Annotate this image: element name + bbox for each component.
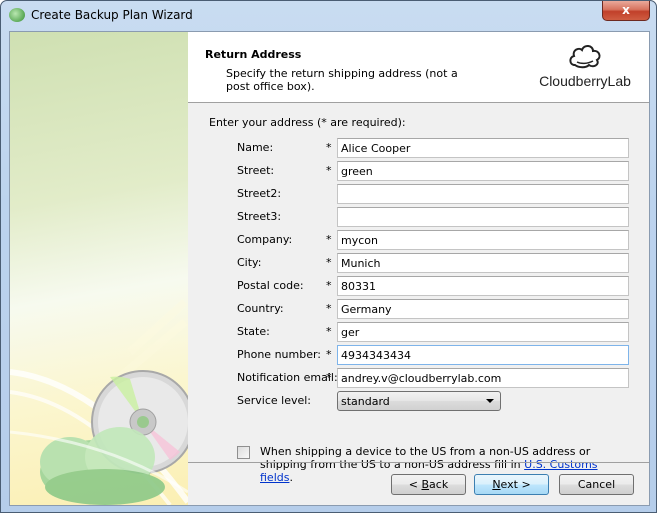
chevron-down-icon	[486, 399, 494, 403]
cancel-button[interactable]: Cancel	[559, 474, 634, 495]
side-banner-image	[10, 32, 188, 505]
field-label: Street3:	[237, 210, 282, 223]
required-marker: *	[326, 141, 332, 154]
field-label: City:	[237, 256, 262, 269]
field-label: State:	[237, 325, 270, 338]
field-label: Phone number:	[237, 348, 322, 361]
wizard-client-area: Return Address Specify the return shippi…	[9, 31, 650, 506]
field-label: Country:	[237, 302, 284, 315]
service-level-row: Service level: standard	[188, 391, 649, 411]
country-field[interactable]	[337, 299, 629, 319]
close-button[interactable]: x	[602, 1, 650, 21]
cloudberry-logo: CloudberryLab	[535, 41, 635, 89]
city-field[interactable]	[337, 253, 629, 273]
required-marker: *	[326, 233, 332, 246]
wizard-header: Return Address Specify the return shippi…	[188, 32, 649, 103]
field-label: Service level:	[237, 394, 312, 407]
next-mnemonic: N	[492, 478, 501, 491]
required-marker: *	[326, 279, 332, 292]
city-row: City: *	[188, 253, 649, 273]
next-rest: ext >	[500, 478, 531, 491]
back-button[interactable]: < Back	[391, 474, 466, 495]
field-label: Street2:	[237, 187, 282, 200]
street3-row: Street3:	[188, 207, 649, 227]
cloud-outline-icon	[569, 45, 601, 69]
name-row: Name: *	[188, 138, 649, 158]
page-description: Specify the return shipping address (not…	[226, 67, 458, 93]
required-marker: *	[326, 371, 332, 384]
required-marker: *	[326, 348, 332, 361]
close-icon: x	[622, 3, 630, 17]
field-label: Notification email:	[237, 371, 338, 384]
backup-illustration	[10, 299, 188, 505]
back-rest: ack	[429, 478, 449, 491]
postal-code-field[interactable]	[337, 276, 629, 296]
postal-code-row: Postal code: *	[188, 276, 649, 296]
street-field[interactable]	[337, 161, 629, 181]
cloudberry-app-icon	[9, 8, 25, 22]
form-intro: Enter your address (* are required):	[209, 116, 406, 129]
company-row: Company: *	[188, 230, 649, 250]
name-field[interactable]	[337, 138, 629, 158]
field-label: Name:	[237, 141, 274, 154]
street3-field[interactable]	[337, 207, 629, 227]
field-label: Company:	[237, 233, 293, 246]
country-row: Country: *	[188, 299, 649, 319]
logo-text: CloudberryLab	[539, 73, 631, 89]
company-field[interactable]	[337, 230, 629, 250]
field-label: Street:	[237, 164, 275, 177]
back-mnemonic: B	[421, 478, 430, 491]
required-marker: *	[326, 256, 332, 269]
required-marker: *	[326, 325, 332, 338]
service-level-value: standard	[341, 395, 390, 408]
footer-divider	[188, 462, 649, 463]
email-row: Notification email: *	[188, 368, 649, 388]
wizard-window: Create Backup Plan Wizard x Return Addre…	[0, 0, 657, 513]
field-label: Postal code:	[237, 279, 304, 292]
title-bar[interactable]: Create Backup Plan Wizard x	[1, 1, 656, 31]
state-field[interactable]	[337, 322, 629, 342]
phone-row: Phone number: *	[188, 345, 649, 365]
next-button[interactable]: Next >	[474, 474, 549, 495]
service-level-select[interactable]: standard	[337, 391, 501, 411]
back-prefix: <	[408, 478, 422, 491]
street2-row: Street2:	[188, 184, 649, 204]
notification-email-field[interactable]	[337, 368, 629, 388]
state-row: State: *	[188, 322, 649, 342]
street2-field[interactable]	[337, 184, 629, 204]
phone-number-field[interactable]	[337, 345, 629, 365]
street-row: Street: *	[188, 161, 649, 181]
customs-checkbox[interactable]	[237, 446, 250, 459]
address-form: Enter your address (* are required): Nam…	[188, 103, 649, 484]
page-title: Return Address	[205, 48, 302, 61]
customs-suffix: .	[289, 471, 293, 484]
required-marker: *	[326, 164, 332, 177]
window-title: Create Backup Plan Wizard	[31, 8, 193, 22]
required-marker: *	[326, 302, 332, 315]
